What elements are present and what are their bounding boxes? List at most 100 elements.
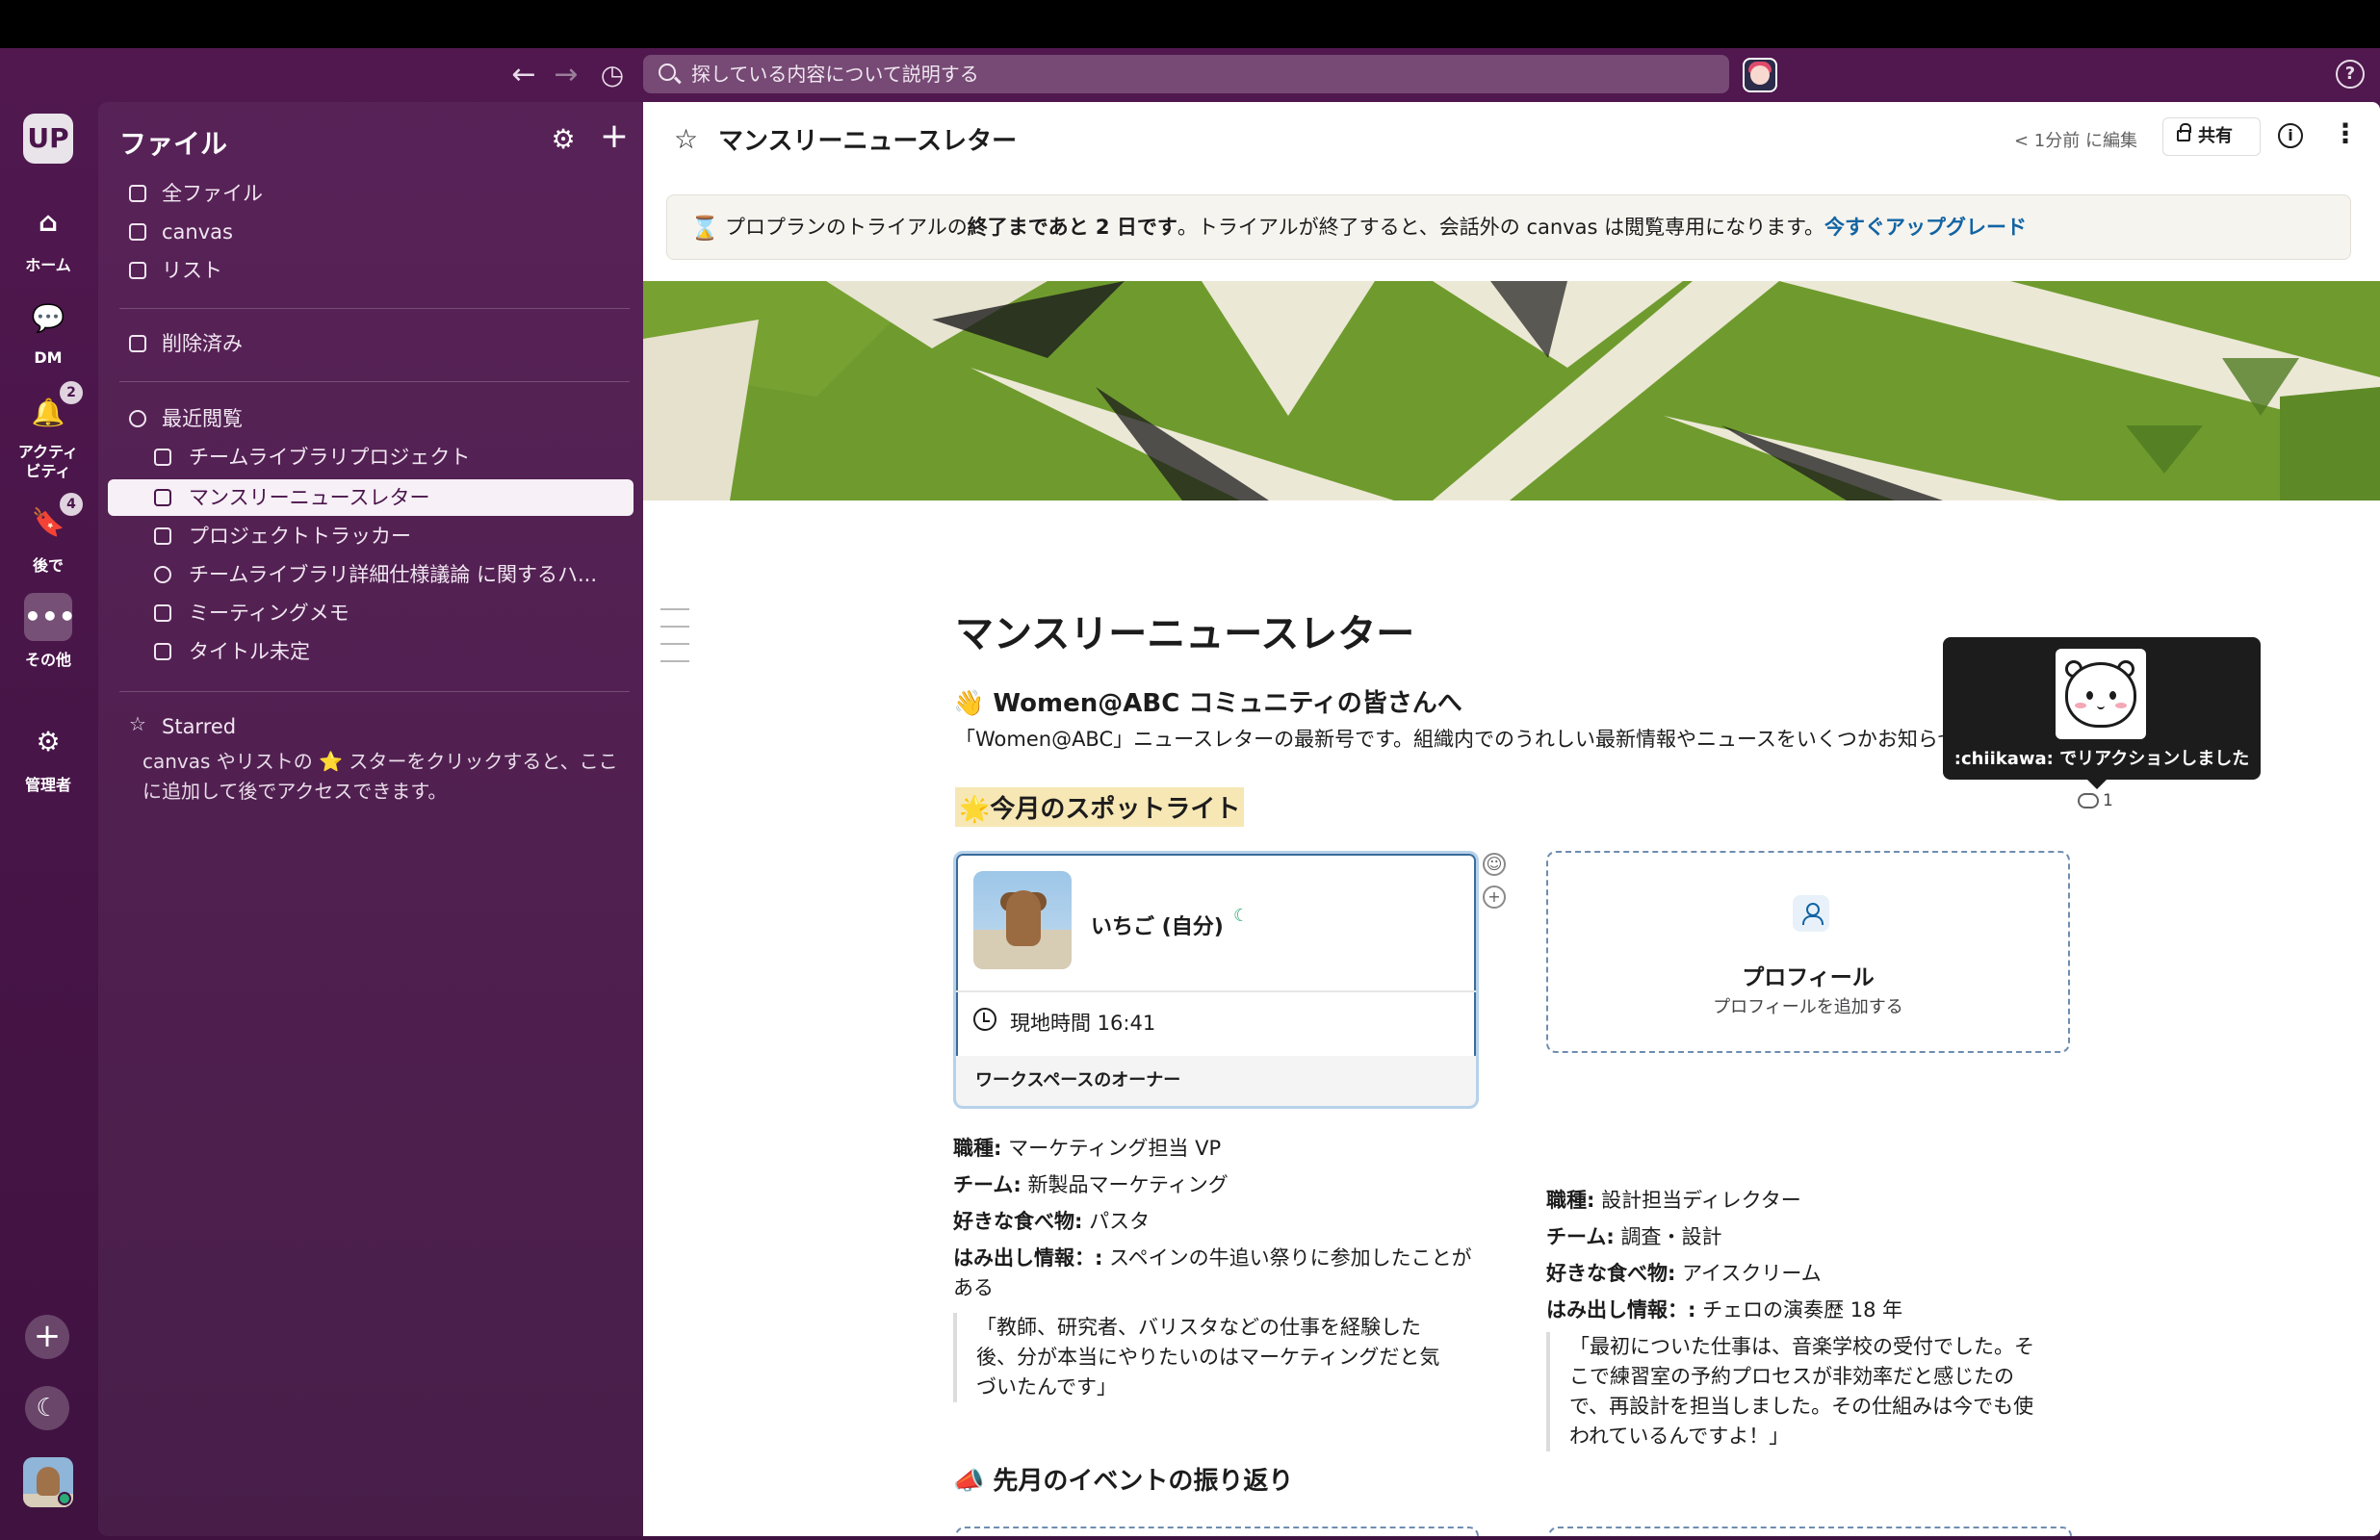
table-of-contents-icon[interactable]: [660, 608, 689, 678]
events-heading: 📣 先月のイベントの振り返り: [953, 1467, 1294, 1496]
add-profile-card[interactable]: プロフィール プロフィールを追加する: [1546, 851, 2070, 1053]
header-image: [643, 281, 2380, 500]
field-key: チーム:: [1546, 1225, 1615, 1248]
rail-item-label: 管理者: [24, 776, 71, 794]
sidebar-item-label: 全ファイル: [162, 182, 263, 205]
sidebar-item-canvas[interactable]: canvas: [108, 214, 634, 250]
away-moon-icon: ☾: [1233, 906, 1250, 926]
profile-photo: [973, 871, 1072, 969]
field-value: 調査・設計: [1614, 1225, 1722, 1248]
block-actions: ☺ +: [1483, 853, 1506, 918]
info-icon[interactable]: i: [2278, 123, 2303, 148]
new-file-plus-icon[interactable]: +: [599, 119, 630, 154]
rail-item-home[interactable]: ⌂ ホーム: [0, 198, 96, 275]
rail-item-activity[interactable]: 🔔 アクティビティ: [0, 389, 96, 481]
chiikawa-emoji-icon: [2078, 793, 2099, 808]
forward-arrow-icon[interactable]: →: [549, 58, 583, 92]
profile-card-subtitle: プロフィールを追加する: [1713, 997, 1903, 1017]
sidebar-item-starred[interactable]: ☆ Starred: [108, 708, 634, 745]
banner-bold-text: 終了まであと 2 日です: [967, 216, 1177, 239]
add-comment-icon[interactable]: +: [1483, 886, 1506, 909]
sidebar-item-recent-file[interactable]: タイトル未定: [108, 633, 634, 670]
card-divider: [956, 990, 1476, 992]
share-button[interactable]: 共有: [2162, 117, 2261, 156]
field-key: 職種:: [1546, 1189, 1595, 1212]
home-icon: ⌂: [38, 206, 59, 238]
sidebar-item-recent-file-active[interactable]: マンスリーニュースレター: [108, 479, 634, 516]
sidebar-item-label: チームライブラリプロジェクト: [189, 446, 471, 469]
sidebar-item-recent-file[interactable]: チームライブラリプロジェクト: [108, 439, 634, 475]
sidebar-item-all-files[interactable]: 全ファイル: [108, 175, 634, 212]
starred-hint-text: canvas やリストの ⭐ スターをクリックすると、ここに追加して後でアクセス…: [142, 750, 618, 803]
sidebar-item-lists[interactable]: リスト: [108, 252, 634, 289]
headphones-icon: [154, 566, 171, 583]
more-icon: •••: [24, 593, 76, 641]
sidebar-item-label: ミーティングメモ: [189, 602, 349, 625]
field-row: 職種: マーケティング担当 VP: [953, 1130, 1473, 1167]
person1-quote: 「教師、研究者、バリスタなどの仕事を経験した後、分が本当にやりたいのはマーケティ…: [953, 1313, 1454, 1402]
dm-icon: 💬: [31, 302, 65, 334]
reaction-count: 1: [2103, 791, 2113, 810]
spotlight-heading: 🌟今月のスポットライト: [955, 787, 1245, 827]
screen-top-bar: [0, 0, 2380, 48]
profile-role: ワークスペースのオーナー: [956, 1056, 1476, 1106]
rail-item-later[interactable]: 🔖 後で: [0, 499, 96, 576]
settings-gear-icon[interactable]: ⚙: [549, 125, 578, 154]
huddle-avatar[interactable]: [1743, 58, 1777, 92]
sidebar-item-recent-file[interactable]: チームライブラリ詳細仕様議論 に関するハ...: [108, 556, 634, 593]
star-icon[interactable]: ☆: [674, 123, 698, 155]
user-profile-card[interactable]: いちご (自分) ☾ 現地時間 16:41 ワークスペースのオーナー: [953, 851, 1479, 1109]
canvas-icon: [154, 643, 171, 660]
admin-gear-icon: ⚙: [36, 726, 61, 757]
help-icon[interactable]: ?: [2336, 60, 2365, 89]
sidebar-item-recent-file[interactable]: プロジェクトトラッカー: [108, 518, 634, 554]
more-options-icon[interactable]: ⋮: [2332, 119, 2359, 148]
trial-banner: ⌛ プロプランのトライアルの終了まであと 2 日です。トライアルが終了すると、会話…: [666, 194, 2351, 260]
field-key: はみ出し情報：:: [1546, 1298, 1696, 1322]
field-key: はみ出し情報：:: [953, 1246, 1103, 1270]
reaction-pill[interactable]: 1: [2078, 791, 2113, 810]
status-dot: [58, 1492, 71, 1505]
field-value: チェロの演奏歴 18 年: [1695, 1298, 1903, 1322]
history-clock-icon[interactable]: ◷: [595, 58, 630, 92]
intro-text: 「Women@ABC」ニュースレターの最新号です。組織内でのうれしい最新情報やニ…: [955, 728, 1947, 751]
clock-icon: [129, 410, 146, 427]
field-row: はみ出し情報：: チェロの演奏歴 18 年: [1546, 1292, 2066, 1328]
event-card: [1548, 1527, 2072, 1536]
field-key: 職種:: [953, 1137, 1002, 1160]
reaction-tooltip: :chiikawa: でリアクションしました: [1943, 637, 2261, 789]
person2-fields: 職種: 設計担当ディレクター チーム: 調査・設計 好きな食べ物: アイスクリー…: [1546, 1182, 2066, 1328]
add-reaction-icon[interactable]: ☺: [1483, 853, 1506, 876]
canvas-icon: [154, 489, 171, 506]
create-plus-button[interactable]: +: [25, 1315, 69, 1359]
sidebar-item-recent[interactable]: 最近閲覧: [108, 400, 634, 437]
sidebar-item-deleted[interactable]: 削除済み: [108, 325, 634, 362]
banner-text: 。トライアルが終了すると、会話外の canvas は閲覧専用になります。: [1177, 216, 1824, 239]
later-badge: 4: [60, 493, 83, 516]
person2-quote: 「最初についた仕事は、音楽学校の受付でした。そこで練習室の予約プロセスが非効率だ…: [1546, 1332, 2047, 1451]
upgrade-link[interactable]: 今すぐアップグレード: [1824, 216, 2027, 239]
list-icon: [129, 262, 146, 279]
sidebar-item-label: プロジェクトトラッカー: [189, 525, 411, 548]
list-icon: [154, 527, 171, 545]
paper-planes-illustration: [643, 281, 2380, 500]
back-arrow-icon[interactable]: ←: [506, 58, 541, 92]
field-row: 好きな食べ物: パスタ: [953, 1203, 1473, 1240]
profile-card-title: プロフィール: [1742, 965, 1875, 990]
sidebar-title: ファイル: [119, 128, 228, 160]
rail-item-dm[interactable]: 💬 DM: [0, 295, 96, 367]
rail-item-admin[interactable]: ⚙ 管理者: [0, 718, 96, 795]
rail-item-more[interactable]: ••• その他: [0, 593, 96, 670]
field-value: 設計担当ディレクター: [1594, 1189, 1801, 1212]
user-avatar[interactable]: [23, 1457, 73, 1507]
field-row: チーム: 新製品マーケティング: [953, 1167, 1473, 1203]
moon-icon[interactable]: ☾: [25, 1386, 69, 1430]
rail-item-label: DM: [34, 348, 63, 367]
search-input[interactable]: 探している内容について説明する: [643, 55, 1729, 93]
workspace-switcher[interactable]: UP: [23, 114, 73, 164]
greeting-heading: 👋 Women@ABC コミュニティの皆さんへ: [953, 689, 1462, 718]
banner-text: プロプランのトライアルの: [725, 216, 968, 239]
sidebar-item-recent-file[interactable]: ミーティングメモ: [108, 595, 634, 631]
sidebar-divider: [119, 308, 630, 309]
star-icon: ☆: [129, 712, 146, 735]
